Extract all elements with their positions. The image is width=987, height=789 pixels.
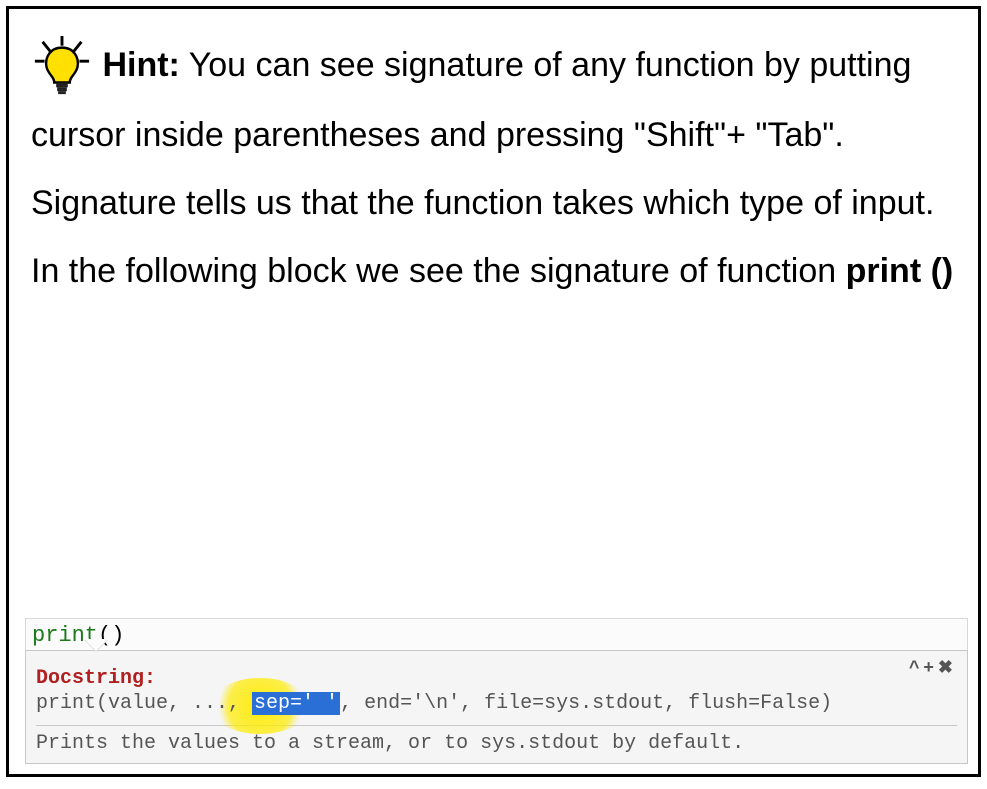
signature-line: print(value, ..., sep=' ', end='\n', fil… <box>36 692 957 715</box>
signature-pre: print(value, ..., <box>36 692 252 715</box>
signature-tooltip-region: print() ^+✖ Docstring: print(value, ...,… <box>25 618 968 764</box>
expand-up-icon[interactable]: ^ <box>909 657 924 677</box>
hint-paragraph: Hint: You can see signature of any funct… <box>9 9 978 315</box>
close-icon[interactable]: ✖ <box>938 657 957 677</box>
hint-card: Hint: You can see signature of any funct… <box>6 6 981 777</box>
signature-post: , end='\n', file=sys.stdout, flush=False… <box>340 692 832 715</box>
tooltip-pointer-icon <box>84 639 108 651</box>
signature-selected-param: sep=' ' <box>252 692 340 715</box>
docstring-tooltip: ^+✖ Docstring: print(value, ..., sep=' '… <box>25 650 968 764</box>
hint-function-name: print () <box>846 252 954 290</box>
docstring-heading: Docstring: <box>36 667 957 690</box>
code-cell[interactable]: print() <box>25 618 968 650</box>
divider <box>36 725 957 726</box>
plus-icon[interactable]: + <box>923 657 938 677</box>
tooltip-controls: ^+✖ <box>909 657 957 678</box>
hint-label: Hint: <box>102 46 179 84</box>
docstring-description: Prints the values to a stream, or to sys… <box>36 732 957 755</box>
lightbulb-icon <box>31 33 93 101</box>
